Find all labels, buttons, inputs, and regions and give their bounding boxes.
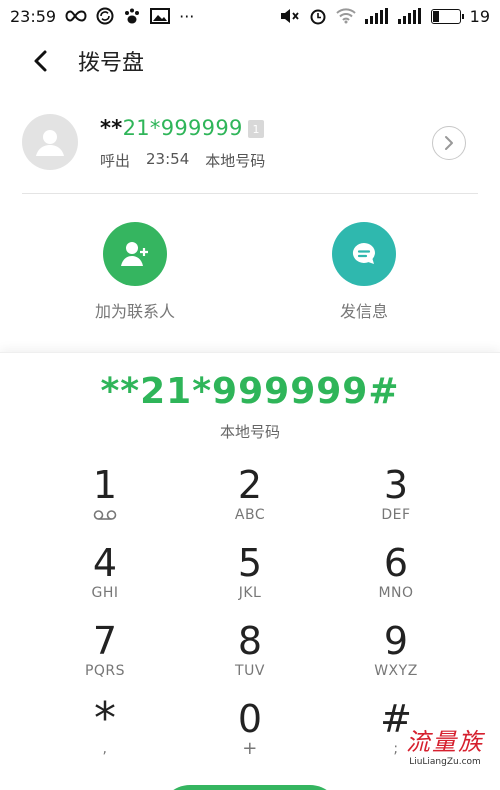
key-letters: GHI — [91, 585, 119, 601]
key-digit: 7 — [92, 619, 118, 663]
key-digit: * — [94, 693, 116, 744]
call-time: 23:54 — [146, 150, 190, 168]
call-direction: 呼出 — [100, 152, 131, 170]
watermark: 流量族 LiuLiangZu.com — [392, 728, 498, 772]
chevron-right-icon — [445, 136, 453, 150]
paw-icon — [123, 6, 141, 26]
key-letters: , — [102, 741, 108, 757]
key-letters: + — [242, 738, 258, 759]
add-contact-label: 加为联系人 — [94, 302, 175, 321]
key-digit: 4 — [92, 541, 118, 585]
message-icon — [352, 242, 375, 264]
wifi-icon — [335, 6, 356, 26]
key-digit: 9 — [383, 619, 409, 663]
dial-panel: **21*999999# 本地号码 1 2 ABC 3 DEF 4 GHI 5 … — [0, 352, 500, 790]
battery-icon — [430, 8, 464, 24]
recent-call-number: **21*999999 — [100, 116, 243, 140]
key-5[interactable]: 5 JKL — [190, 543, 310, 613]
add-contact-button[interactable]: 加为联系人 — [75, 222, 195, 322]
send-message-circle — [332, 222, 396, 286]
key-9[interactable]: 9 WXYZ — [336, 621, 456, 691]
key-digit: 1 — [92, 463, 118, 507]
key-8[interactable]: 8 TUV — [190, 621, 310, 691]
status-more: ··· — [179, 6, 195, 26]
key-letters: ABC — [234, 507, 266, 523]
person-icon — [36, 130, 64, 156]
infinity-icon — [65, 6, 87, 26]
alarm-icon — [309, 6, 327, 26]
sync-icon — [96, 6, 114, 26]
mute-icon — [280, 6, 300, 26]
number-digits: 21*999999 — [122, 116, 243, 140]
voicemail-icon — [93, 510, 117, 520]
image-icon — [150, 6, 171, 26]
key-letters: MNO — [378, 585, 414, 601]
key-0[interactable]: 0 + — [190, 699, 310, 769]
recent-call-meta: 呼出 23:54 本地号码 — [100, 150, 265, 171]
key-letters: DEF — [381, 507, 411, 523]
header: 拨号盘 — [0, 38, 500, 84]
key-digit: 3 — [383, 463, 409, 507]
key-4[interactable]: 4 GHI — [45, 543, 165, 613]
key-digit: 6 — [383, 541, 409, 585]
sim-badge: 1 — [248, 120, 264, 138]
add-contact-circle — [103, 222, 167, 286]
call-detail-button[interactable] — [432, 126, 466, 160]
key-6[interactable]: 6 MNO — [336, 543, 456, 613]
signal-icon — [364, 6, 389, 26]
chevron-left-icon — [34, 50, 47, 72]
status-bar: 23:59 ··· 19 — [0, 0, 500, 32]
key-letters: PQRS — [84, 663, 126, 679]
key-digit: 2 — [237, 463, 263, 507]
key-7[interactable]: 7 PQRS — [45, 621, 165, 691]
send-message-label: 发信息 — [339, 302, 388, 321]
key-digit: 8 — [237, 619, 263, 663]
dialed-location: 本地号码 — [219, 423, 280, 441]
status-time: 23:59 — [10, 6, 57, 26]
call-button[interactable] — [160, 785, 340, 790]
back-button[interactable] — [20, 41, 60, 81]
key-letters: TUV — [235, 663, 265, 679]
key-letters: WXYZ — [374, 663, 418, 679]
signal-icon — [397, 6, 422, 26]
key-digit: 5 — [237, 541, 263, 585]
recent-call-entry[interactable]: **21*999999 1 呼出 23:54 本地号码 — [0, 108, 500, 178]
key-digit: 0 — [237, 697, 263, 741]
send-message-button[interactable]: 发信息 — [304, 222, 424, 322]
call-location: 本地号码 — [205, 152, 266, 170]
key-3[interactable]: 3 DEF — [336, 465, 456, 535]
key-2[interactable]: 2 ABC — [190, 465, 310, 535]
add-person-icon — [121, 242, 148, 266]
key-letters: JKL — [238, 585, 262, 601]
dialed-number[interactable]: **21*999999# — [0, 371, 500, 412]
divider — [22, 193, 478, 194]
key-star[interactable]: * , — [45, 693, 165, 769]
key-1[interactable]: 1 — [45, 465, 165, 535]
page-title: 拨号盘 — [78, 51, 145, 76]
watermark-url: LiuLiangZu.com — [409, 757, 481, 767]
battery-level: 19 — [469, 6, 490, 26]
avatar — [22, 114, 78, 170]
number-prefix: ** — [100, 116, 123, 140]
watermark-logo: 流量族 — [406, 728, 484, 756]
